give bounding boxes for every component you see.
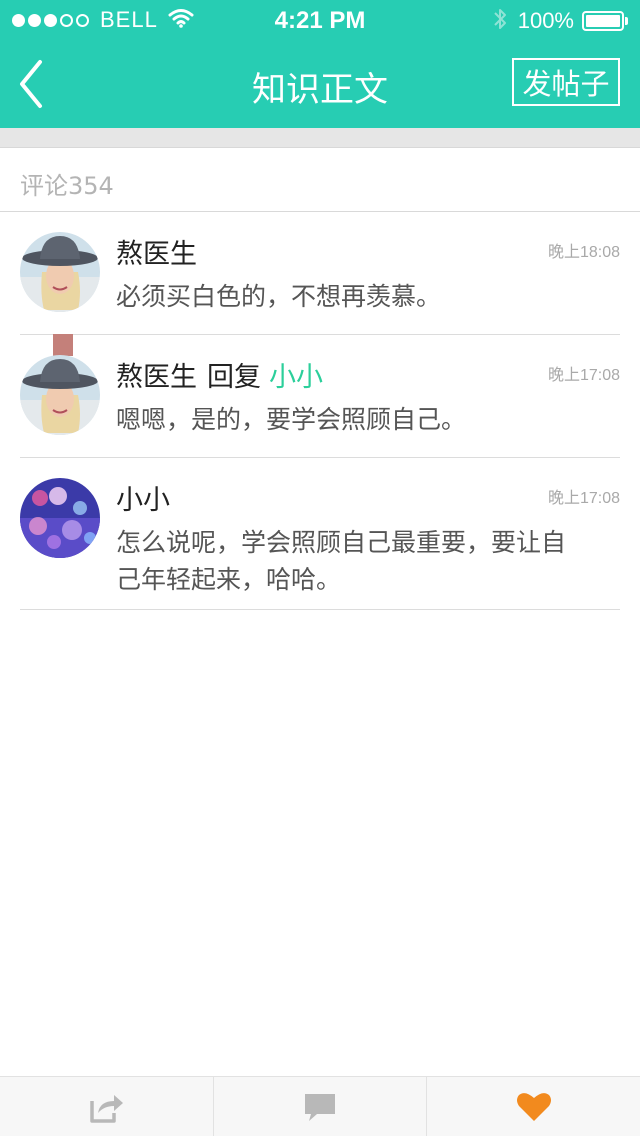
nav-bar: 知识正文 发帖子 bbox=[0, 40, 640, 128]
avatar[interactable] bbox=[20, 232, 100, 312]
heart-icon bbox=[516, 1092, 551, 1121]
separator-strip bbox=[0, 128, 640, 148]
list-item[interactable]: 熬医生 晚上18:08 必须买白色的，不想再羡慕。 bbox=[20, 212, 620, 335]
comment-count-header: 评论354 bbox=[0, 148, 640, 212]
reply-label: 回复 bbox=[207, 362, 261, 393]
comment-author[interactable]: 熬医生 bbox=[116, 239, 197, 270]
marker-tag bbox=[53, 334, 73, 356]
comment-time: 晚上17:08 bbox=[547, 490, 620, 507]
avatar[interactable] bbox=[20, 355, 100, 435]
share-icon bbox=[90, 1094, 124, 1123]
comment-author[interactable]: 熬医生 bbox=[116, 362, 197, 393]
avatar[interactable] bbox=[20, 478, 100, 558]
comment-list: 熬医生 晚上18:08 必须买白色的，不想再羡慕。 熬医生 回复 小小 晚上17… bbox=[0, 212, 640, 610]
new-post-button[interactable]: 发帖子 bbox=[512, 58, 620, 106]
list-item[interactable]: 小小 晚上17:08 怎么说呢，学会照顾自己最重要，要让自己年轻起来，哈哈。 bbox=[20, 458, 620, 610]
share-button[interactable] bbox=[0, 1077, 213, 1136]
like-button[interactable] bbox=[426, 1077, 640, 1136]
comment-text: 怎么说呢，学会照顾自己最重要，要让自己年轻起来，哈哈。 bbox=[116, 528, 567, 594]
comment-time: 晚上18:08 bbox=[547, 244, 620, 261]
list-item[interactable]: 熬医生 回复 小小 晚上17:08 嗯嗯，是的，要学会照顾自己。 bbox=[20, 334, 620, 458]
page: BELL 4:21 PM 100% 知识正文 发帖子 评论354 熬医生 晚上1… bbox=[0, 0, 640, 1136]
comment-author[interactable]: 小小 bbox=[116, 485, 170, 516]
comment-count: 评论354 bbox=[20, 172, 114, 200]
bottom-action-bar bbox=[0, 1076, 640, 1136]
comment-author-line: 小小 bbox=[116, 478, 170, 517]
battery-percent: 100% bbox=[517, 8, 574, 33]
comment-button[interactable] bbox=[212, 1077, 427, 1136]
reply-target-name[interactable]: 小小 bbox=[269, 362, 323, 393]
comment-icon bbox=[305, 1093, 335, 1121]
status-bar: BELL 4:21 PM 100% bbox=[0, 0, 640, 40]
comment-author-line: 熬医生 bbox=[116, 232, 197, 271]
comment-author-line: 熬医生 回复 小小 bbox=[116, 355, 323, 394]
bluetooth-icon bbox=[492, 7, 508, 35]
battery-icon bbox=[582, 11, 624, 31]
comment-text: 嗯嗯，是的，要学会照顾自己。 bbox=[116, 405, 467, 434]
status-right: 100% bbox=[492, 7, 628, 35]
comment-time: 晚上17:08 bbox=[547, 367, 620, 384]
comment-text: 必须买白色的，不想再羡慕。 bbox=[116, 282, 442, 311]
